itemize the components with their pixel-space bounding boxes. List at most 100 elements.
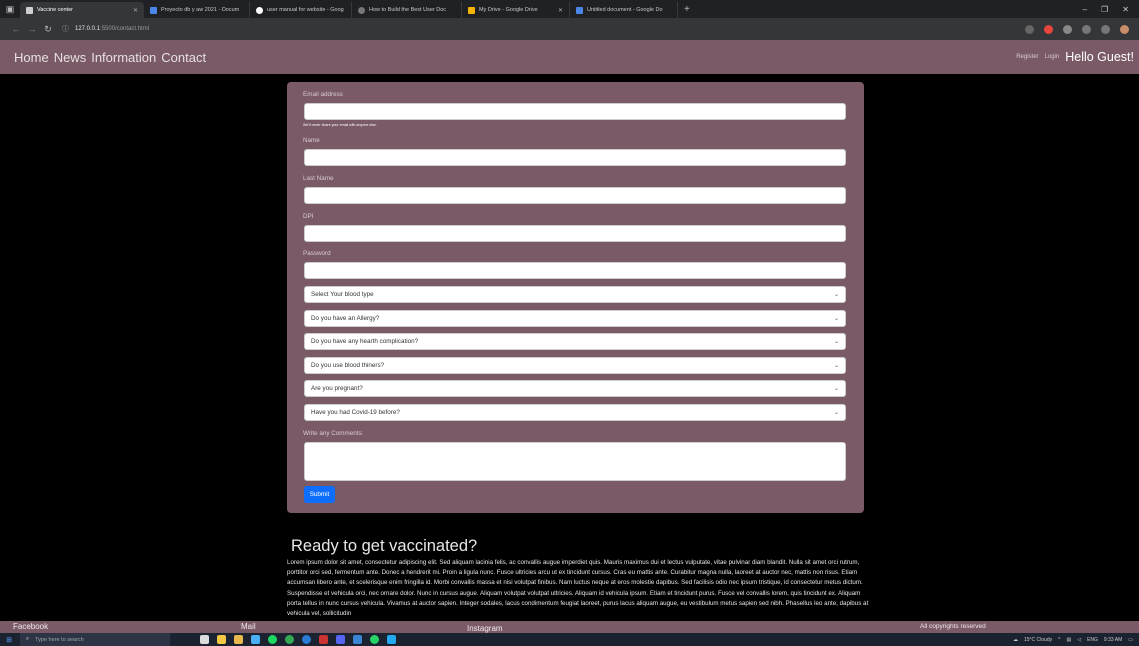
nav-contact-link[interactable]: Contact — [161, 50, 206, 65]
copyright-text: All copyrights reserved — [920, 623, 986, 630]
info-icon[interactable]: ⓘ — [62, 24, 69, 34]
covid-history-select[interactable]: Have you had Covid-19 before? ⌄ — [304, 404, 846, 421]
password-field[interactable] — [304, 262, 846, 279]
tab-proyecto-doc[interactable]: Proyecto db y aw 2021 - Docum — [144, 2, 250, 18]
notification-icon[interactable]: ▭ — [1128, 637, 1133, 643]
weather-text[interactable]: 15°C Cloudy — [1024, 637, 1052, 643]
select-value: Do you use blood thiners? — [311, 362, 385, 369]
forward-icon[interactable]: → — [24, 24, 40, 34]
windows-start-icon[interactable]: ⊞ — [2, 636, 16, 644]
select-value: Have you had Covid-19 before? — [311, 409, 400, 416]
discord-icon[interactable] — [336, 635, 345, 644]
reload-icon[interactable]: ↻ — [40, 24, 56, 35]
close-icon[interactable]: ✕ — [127, 7, 138, 14]
network-icon[interactable]: ▤ — [1066, 637, 1071, 643]
mail-app-icon[interactable] — [251, 635, 260, 644]
chevron-down-icon: ⌄ — [833, 292, 839, 298]
select-value: Are you pregnant? — [311, 385, 363, 392]
google-icon — [256, 6, 263, 14]
nav-account: Register Login Hello Guest! — [1016, 50, 1134, 64]
nav-home-link[interactable]: Home — [14, 50, 49, 65]
blood-type-select[interactable]: Select Your blood type ⌄ — [304, 286, 846, 303]
login-link[interactable]: Login — [1045, 54, 1060, 60]
tab-title: user manual for website - Goog — [267, 7, 344, 13]
spotify-icon[interactable] — [268, 635, 277, 644]
taskbar-apps — [200, 635, 396, 644]
url-path: :5500/contact.html — [100, 26, 150, 32]
address-bar: ← → ↻ ⓘ 127.0.0.1 :5500/contact.html — [0, 18, 1139, 40]
vscode-icon[interactable] — [387, 635, 396, 644]
dpi-label: DPI — [303, 213, 314, 220]
tab-title: My Drive - Google Drive — [479, 7, 538, 13]
star-icon[interactable] — [1082, 24, 1091, 34]
submit-button[interactable]: Submit — [304, 486, 335, 503]
back-icon[interactable]: ← — [8, 24, 24, 34]
taskbar-search-input[interactable]: ⌕ Type here to search — [20, 633, 170, 646]
nav-links: Home News Information Contact — [14, 50, 206, 65]
heart-complication-select[interactable]: Do you have any hearth complication? ⌄ — [304, 333, 846, 350]
nav-information-link[interactable]: Information — [91, 50, 156, 65]
extension-icon[interactable] — [1044, 24, 1053, 34]
dpi-field[interactable] — [304, 225, 846, 242]
tab-vaccine-center[interactable]: Vaccine center ✕ — [20, 2, 144, 18]
close-window-icon[interactable]: ✕ — [1122, 5, 1129, 14]
tab-title: How to Build the Best User Doc — [369, 7, 447, 13]
tab-untitled-doc[interactable]: Untitled document - Google Do — [570, 2, 678, 18]
select-value: Do you have any hearth complication? — [311, 338, 419, 345]
email-label: Email address — [303, 91, 343, 98]
contact-form: Email address We'll never share your ema… — [287, 82, 864, 513]
avatar[interactable] — [1120, 24, 1129, 34]
password-label: Password — [303, 250, 331, 257]
windows-taskbar: ⊞ ⌕ Type here to search ☁ 15°C Cloudy ^ … — [0, 633, 1139, 646]
app-icon[interactable] — [319, 635, 328, 644]
tab-title: Proyecto db y aw 2021 - Docum — [161, 7, 240, 13]
folder-icon[interactable] — [234, 635, 243, 644]
language-indicator[interactable]: ENG — [1087, 637, 1098, 643]
close-icon[interactable]: ✕ — [552, 7, 563, 14]
window-menu-icon[interactable]: ▣ — [0, 0, 20, 18]
url-field[interactable]: ⓘ 127.0.0.1 :5500/contact.html — [62, 24, 149, 34]
name-label: Name — [303, 137, 320, 144]
volume-icon[interactable]: ◁ — [1077, 637, 1081, 643]
allergy-select[interactable]: Do you have an Allergy? ⌄ — [304, 310, 846, 327]
maximize-icon[interactable]: ❐ — [1101, 5, 1108, 14]
register-link[interactable]: Register — [1016, 54, 1038, 60]
mail-link[interactable]: Mail — [241, 622, 256, 631]
task-view-icon[interactable] — [200, 635, 209, 644]
file-explorer-icon[interactable] — [217, 635, 226, 644]
tab-my-drive[interactable]: My Drive - Google Drive ✕ — [462, 2, 570, 18]
tab-title: Vaccine center — [37, 7, 73, 13]
pregnant-select[interactable]: Are you pregnant? ⌄ — [304, 380, 846, 397]
tab-how-to-build[interactable]: How to Build the Best User Doc — [352, 2, 462, 18]
new-tab-button[interactable]: + — [678, 4, 696, 15]
site-navbar: Home News Information Contact Register L… — [0, 40, 1139, 74]
minimize-icon[interactable]: – — [1083, 5, 1087, 14]
greeting-text: Hello Guest! — [1065, 50, 1134, 64]
instagram-link[interactable]: Instagram — [467, 624, 503, 633]
chevron-up-icon[interactable]: ^ — [1058, 637, 1060, 643]
extension-icon[interactable] — [1063, 24, 1072, 34]
email-field[interactable] — [304, 103, 846, 120]
app-icon[interactable] — [353, 635, 362, 644]
comments-label: Write any Comments: — [303, 430, 364, 437]
chevron-down-icon: ⌄ — [833, 339, 839, 345]
section-heading: Ready to get vaccinated? — [291, 537, 478, 555]
chat-app-icon[interactable] — [370, 635, 379, 644]
section-body: Lorem ipsum dolor sit amet, consectetur … — [287, 559, 869, 618]
last-name-field[interactable] — [304, 187, 846, 204]
edge-icon[interactable] — [302, 635, 311, 644]
chevron-down-icon: ⌄ — [833, 316, 839, 322]
clock-time[interactable]: 9:33 AM — [1104, 637, 1122, 643]
extension-icon[interactable] — [1025, 24, 1034, 34]
whatsapp-icon[interactable] — [285, 635, 294, 644]
nav-news-link[interactable]: News — [54, 50, 87, 65]
weather-icon: ☁ — [1012, 636, 1018, 643]
chevron-down-icon: ⌄ — [833, 410, 839, 416]
facebook-link[interactable]: Facebook — [13, 622, 48, 631]
blood-thinners-select[interactable]: Do you use blood thiners? ⌄ — [304, 357, 846, 374]
tab-user-manual[interactable]: user manual for website - Goog — [250, 2, 352, 18]
docs-icon — [576, 6, 583, 14]
comments-textarea[interactable] — [304, 442, 846, 481]
collections-icon[interactable] — [1101, 24, 1110, 34]
name-field[interactable] — [304, 149, 846, 166]
